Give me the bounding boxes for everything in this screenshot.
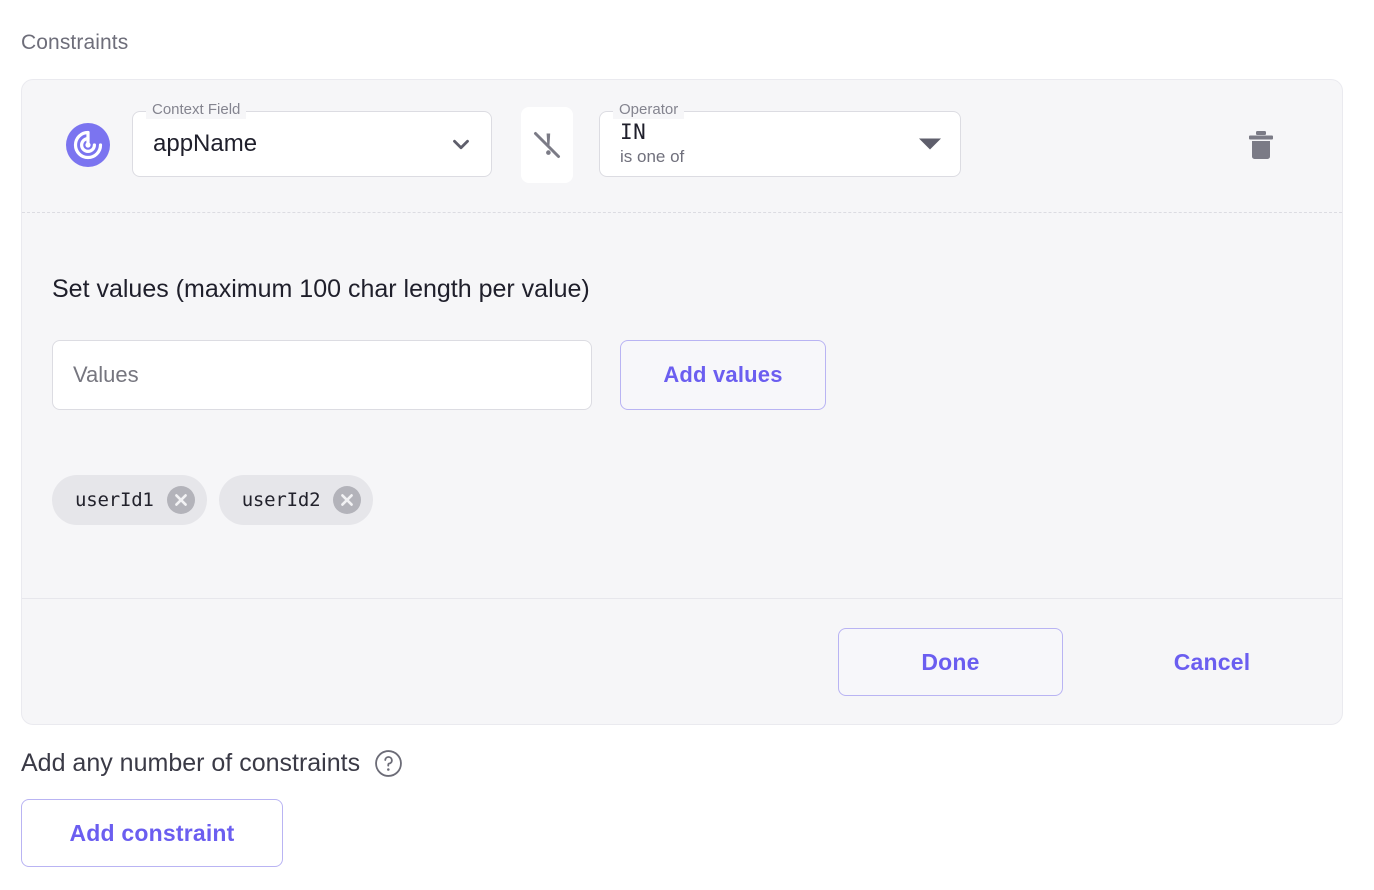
operator-value: IN xyxy=(620,120,647,144)
question-circle-icon[interactable] xyxy=(374,749,403,778)
close-circle-icon[interactable] xyxy=(166,486,195,514)
target-icon xyxy=(66,123,110,167)
trash-icon xyxy=(1249,131,1273,159)
constraints-helper-text: Add any number of constraints xyxy=(21,749,361,777)
cancel-button[interactable]: Cancel xyxy=(1132,628,1292,696)
negate-toggle-button[interactable] xyxy=(521,107,573,183)
exclamation-slash-icon xyxy=(534,132,560,158)
chevron-down-icon xyxy=(448,131,474,157)
done-button[interactable]: Done xyxy=(838,628,1063,696)
operator-select[interactable]: Operator IN is one of xyxy=(599,101,961,177)
constraints-helper-row: Add any number of constraints xyxy=(21,747,403,779)
operator-value-wrap: IN is one of xyxy=(620,111,911,177)
value-chip-label: userId1 xyxy=(75,489,154,511)
context-field-value: appName xyxy=(153,130,258,157)
page-title: Constraints xyxy=(21,31,129,54)
set-values-title: Set values (maximum 100 char length per … xyxy=(52,275,590,303)
value-chip-label: userId2 xyxy=(241,489,321,511)
delete-constraint-button[interactable] xyxy=(1239,123,1283,167)
constraint-footer: Done Cancel xyxy=(22,599,1342,724)
operator-description: is one of xyxy=(620,147,685,166)
add-values-button[interactable]: Add values xyxy=(620,340,826,410)
triangle-down-icon xyxy=(919,138,941,150)
constraint-header: Context Field appName Operator IN is one… xyxy=(22,80,1342,212)
values-input[interactable] xyxy=(52,340,592,410)
constraints-panel: Constraints Context Field appName Operat… xyxy=(0,0,1374,890)
value-chip[interactable]: userId2 xyxy=(218,475,374,525)
values-chip-list: userId1 userId2 xyxy=(52,475,374,525)
add-constraint-button[interactable]: Add constraint xyxy=(21,799,283,867)
constraint-card: Context Field appName Operator IN is one… xyxy=(21,79,1343,725)
close-circle-icon[interactable] xyxy=(333,486,362,514)
context-field-value-wrap: appName xyxy=(153,111,442,177)
context-field-select[interactable]: Context Field appName xyxy=(132,101,492,177)
constraint-values-body: Set values (maximum 100 char length per … xyxy=(22,213,1342,598)
value-chip[interactable]: userId1 xyxy=(52,475,207,525)
